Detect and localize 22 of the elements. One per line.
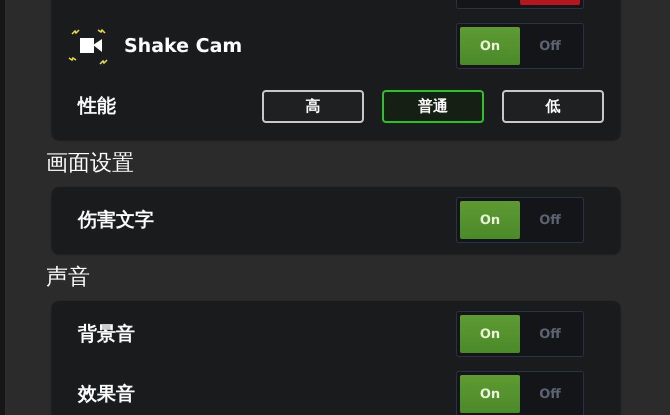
- setting-label: 伤害文字: [78, 208, 154, 233]
- off-segment[interactable]: Off: [520, 375, 580, 413]
- on-off-switch[interactable]: On Off: [456, 197, 584, 243]
- on-segment[interactable]: On: [460, 201, 520, 239]
- off-segment[interactable]: Off: [520, 27, 580, 65]
- option-button[interactable]: 低: [502, 90, 604, 122]
- on-off-switch[interactable]: On Off: [456, 23, 584, 69]
- on-segment[interactable]: On: [460, 375, 520, 413]
- setting-label: 性能: [78, 94, 116, 119]
- setting-label: 效果音: [78, 382, 135, 407]
- on-off-switch[interactable]: On Off: [456, 311, 584, 357]
- off-segment[interactable]: Off: [520, 201, 580, 239]
- on-segment[interactable]: On: [460, 27, 520, 65]
- off-segment[interactable]: Off: [520, 315, 580, 353]
- option-button[interactable]: 普通: [382, 90, 484, 122]
- option-button[interactable]: 高: [262, 90, 364, 122]
- section-heading: 声音: [46, 264, 90, 292]
- setting-label: Shake Cam: [124, 35, 242, 57]
- on-off-switch[interactable]: On Off: [456, 371, 584, 415]
- on-segment[interactable]: On: [460, 315, 520, 353]
- section-heading: 画面设置: [46, 150, 134, 178]
- setting-label: 背景音: [78, 322, 135, 347]
